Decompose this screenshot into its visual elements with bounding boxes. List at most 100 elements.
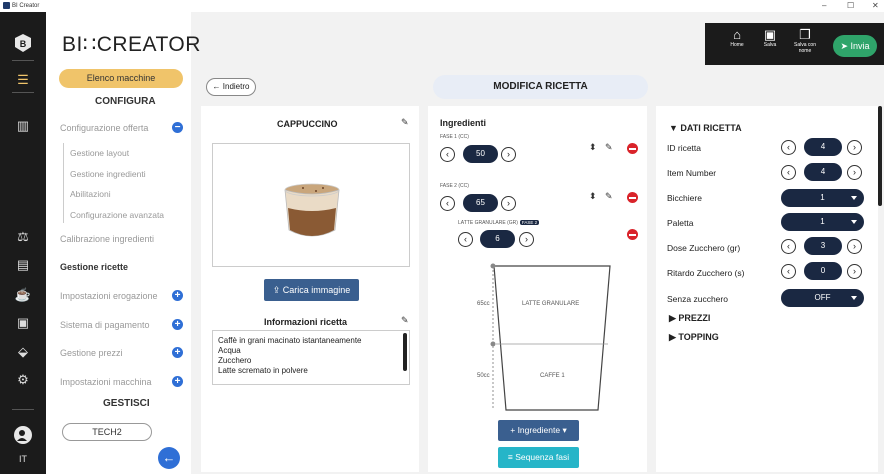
- upload-icon: ⇪: [272, 285, 281, 295]
- save-as-button[interactable]: ❐ Salva con nome: [790, 27, 820, 55]
- edit-icon[interactable]: ✎: [401, 315, 409, 326]
- menu-configurazione-offerta[interactable]: Configurazione offerta: [60, 123, 148, 133]
- decrement-button[interactable]: ‹: [440, 147, 455, 162]
- item-label: Item Number: [667, 168, 717, 178]
- panel-scrollbar[interactable]: [878, 106, 882, 206]
- bicchiere-label: Bicchiere: [667, 193, 702, 203]
- info-textarea[interactable]: Caffè in grani macinato istantaneamente …: [212, 330, 410, 385]
- expand-icon[interactable]: +: [172, 376, 183, 387]
- sequence-icon: ≡: [507, 452, 513, 462]
- save-as-icon: ❐: [799, 27, 811, 42]
- latte-value[interactable]: 6: [480, 230, 515, 248]
- id-value[interactable]: 4: [804, 138, 842, 156]
- list-icon[interactable]: ☰: [0, 72, 46, 88]
- expand-icon[interactable]: +: [172, 319, 183, 330]
- sort-icon[interactable]: ⬍: [589, 191, 597, 202]
- home-icon: ⌂: [733, 27, 741, 42]
- decrement-button[interactable]: ‹: [781, 140, 796, 155]
- cup-bottom-cc: 50cc: [477, 373, 490, 379]
- menu-configurazione-avanzata[interactable]: Configurazione avanzata: [70, 210, 164, 220]
- menu-calibrazione[interactable]: Calibrazione ingredienti: [60, 234, 154, 244]
- item-value[interactable]: 4: [804, 163, 842, 181]
- increment-button[interactable]: ›: [501, 147, 516, 162]
- invia-button[interactable]: ➤ Invia: [833, 35, 877, 57]
- menu-abilitazioni[interactable]: Abilitazioni: [70, 189, 111, 199]
- sort-icon[interactable]: ⬍: [589, 142, 597, 153]
- tag-icon[interactable]: ⬙: [0, 344, 46, 360]
- save-button[interactable]: ▣ Salva: [758, 27, 782, 49]
- edit-icon[interactable]: ✎: [605, 142, 613, 153]
- topping-toggle[interactable]: ▶ TOPPING: [669, 332, 719, 343]
- sequenza-fasi-button[interactable]: ≡ Sequenza fasi: [498, 447, 579, 468]
- dati-ricetta-toggle[interactable]: ▼ DATI RICETTA: [669, 123, 742, 133]
- add-ingredient-button[interactable]: + Ingrediente ▾: [498, 420, 579, 441]
- fase2-value[interactable]: 65: [463, 194, 498, 212]
- decrement-button[interactable]: ‹: [458, 232, 473, 247]
- increment-button[interactable]: ›: [519, 232, 534, 247]
- bicchiere-select[interactable]: 1: [781, 189, 864, 207]
- recipe-icon[interactable]: ▤: [0, 257, 46, 273]
- fase-badge: FASE 2: [519, 220, 540, 225]
- menu-gestione-layout[interactable]: Gestione layout: [70, 148, 129, 158]
- recipe-name: CAPPUCCINO: [277, 119, 338, 129]
- grid-icon[interactable]: ▥: [0, 118, 46, 134]
- home-button[interactable]: ⌂ Home: [725, 27, 749, 49]
- tech-select[interactable]: TECH2: [62, 423, 152, 441]
- increment-button[interactable]: ›: [847, 140, 862, 155]
- menu-gestione-ingredienti[interactable]: Gestione ingredienti: [70, 169, 146, 179]
- menu-impostazioni-macchina[interactable]: Impostazioni macchina: [60, 377, 152, 387]
- remove-icon[interactable]: [627, 229, 638, 240]
- id-label: ID ricetta: [667, 143, 702, 153]
- menu-impostazioni-erogazione[interactable]: Impostazioni erogazione: [60, 291, 158, 301]
- collapse-icon[interactable]: −: [172, 122, 183, 133]
- fase1-label: FASE 1 (CC): [440, 134, 469, 140]
- edit-icon[interactable]: ✎: [605, 191, 613, 202]
- maximize-button[interactable]: ☐: [847, 1, 854, 10]
- payment-icon[interactable]: ▣: [0, 315, 46, 331]
- menu-sistema-pagamento[interactable]: Sistema di pagamento: [60, 320, 150, 330]
- ritardo-value[interactable]: 0: [804, 262, 842, 280]
- collapse-menu-button[interactable]: ←: [158, 447, 180, 469]
- minimize-button[interactable]: –: [822, 1, 826, 10]
- close-button[interactable]: ✕: [872, 1, 879, 10]
- carica-immagine-button[interactable]: ⇪ Carica immagine: [264, 279, 359, 301]
- remove-icon[interactable]: [627, 143, 638, 154]
- fase1-value[interactable]: 50: [463, 145, 498, 163]
- paletta-label: Paletta: [667, 218, 694, 228]
- window-titlebar: BI Creator – ☐ ✕: [0, 0, 884, 12]
- configura-heading: CONFIGURA: [95, 96, 156, 107]
- cup-top-cc: 65cc: [477, 301, 490, 307]
- expand-icon[interactable]: +: [172, 290, 183, 301]
- settings-icon[interactable]: ⚙: [0, 372, 46, 388]
- decrement-button[interactable]: ‹: [781, 165, 796, 180]
- decrement-button[interactable]: ‹: [440, 196, 455, 211]
- back-button[interactable]: ← Indietro: [206, 78, 256, 96]
- user-icon[interactable]: [0, 426, 46, 447]
- senza-zucchero-select[interactable]: OFF: [781, 289, 864, 307]
- cup-icon[interactable]: ☕: [0, 287, 46, 303]
- edit-icon[interactable]: ✎: [401, 117, 409, 128]
- remove-icon[interactable]: [627, 192, 638, 203]
- menu-gestione-prezzi[interactable]: Gestione prezzi: [60, 348, 123, 358]
- paletta-select[interactable]: 1: [781, 213, 864, 231]
- save-icon: ▣: [763, 27, 777, 42]
- page-title: MODIFICA RICETTA: [433, 75, 648, 99]
- increment-button[interactable]: ›: [847, 165, 862, 180]
- decrement-button[interactable]: ‹: [781, 264, 796, 279]
- decrement-button[interactable]: ‹: [781, 239, 796, 254]
- elenco-macchine-button[interactable]: Elenco macchine: [59, 69, 183, 88]
- cup-diagram: [470, 258, 620, 418]
- latte-label: LATTE GRANULARE (GR) FASE 2: [458, 220, 540, 226]
- info-scrollbar[interactable]: [403, 333, 407, 371]
- calibration-icon[interactable]: ⚖: [0, 229, 46, 245]
- prezzi-toggle[interactable]: ▶ PREZZI: [669, 313, 710, 324]
- cup-top-name: LATTE GRANULARE: [522, 301, 580, 307]
- dose-value[interactable]: 3: [804, 237, 842, 255]
- increment-button[interactable]: ›: [847, 239, 862, 254]
- increment-button[interactable]: ›: [501, 196, 516, 211]
- menu-gestione-ricette[interactable]: Gestione ricette: [60, 262, 128, 272]
- expand-icon[interactable]: +: [172, 347, 183, 358]
- increment-button[interactable]: ›: [847, 264, 862, 279]
- language-label[interactable]: IT: [0, 454, 46, 464]
- window-title: BI Creator: [12, 3, 40, 9]
